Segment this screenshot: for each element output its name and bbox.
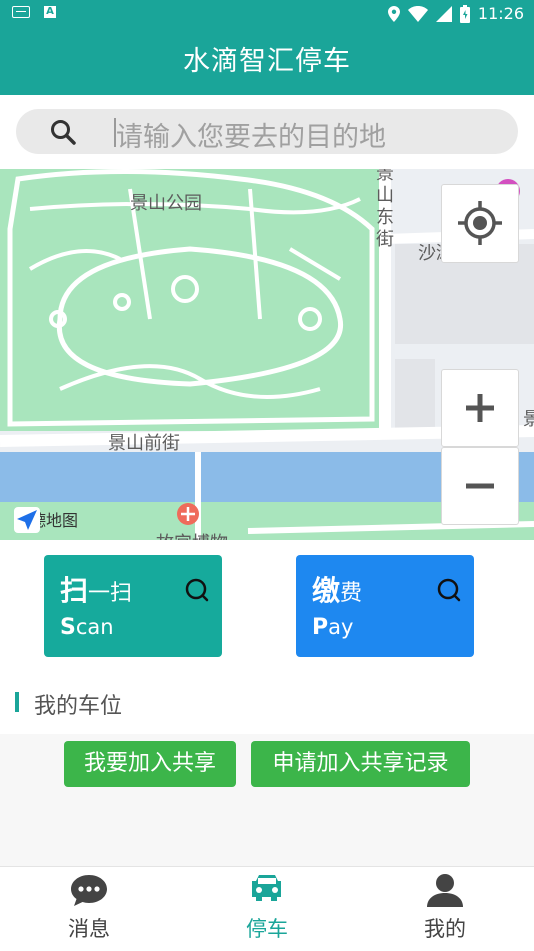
search-icon xyxy=(185,578,209,602)
scan-small: 一扫 xyxy=(88,581,133,606)
app-bar: 水滴智汇停车 xyxy=(0,28,534,95)
minus-icon xyxy=(466,483,494,489)
share-panel: 我要加入共享 申请加入共享记录 xyxy=(0,734,534,866)
map-view[interactable]: 景山公园 景山东街 沙滩后街 景山前街 故宫博物 景 高德地图 xyxy=(0,169,534,540)
notification-a-icon: A xyxy=(44,6,56,18)
tab-parking-label: 停车 xyxy=(246,917,288,941)
search-input[interactable]: 请输入您要去的目的地 xyxy=(16,109,518,154)
tab-parking[interactable]: 停车 xyxy=(207,873,327,943)
pay-en-first: P xyxy=(312,615,329,640)
pay-title: 缴费 xyxy=(312,569,362,609)
status-time: 11:26 xyxy=(477,4,524,23)
my-parking-section: 我的车位 xyxy=(0,680,534,730)
share-records-button[interactable]: 申请加入共享记录 xyxy=(251,741,470,787)
section-title: 我的车位 xyxy=(34,694,123,719)
chat-icon xyxy=(71,875,107,906)
status-bar: A 11:26 xyxy=(0,0,534,28)
battery-icon xyxy=(459,4,470,23)
wifi-icon xyxy=(407,5,428,22)
pay-big: 缴 xyxy=(312,574,341,607)
gaode-arrow-icon xyxy=(14,507,40,533)
pay-en: Pay xyxy=(312,615,353,640)
car-icon xyxy=(252,875,281,901)
scan-big: 扫 xyxy=(60,574,89,607)
search-placeholder: 请输入您要去的目的地 xyxy=(116,122,386,153)
pay-button[interactable]: 缴费 Pay xyxy=(296,555,474,657)
scan-en-rest: can xyxy=(75,615,114,639)
scan-en-first: S xyxy=(60,615,76,640)
tab-messages-label: 消息 xyxy=(68,917,110,941)
scan-en: Scan xyxy=(60,615,114,640)
plus-icon xyxy=(466,394,494,422)
search-section: 请输入您要去的目的地 xyxy=(0,95,534,169)
scan-title: 扫一扫 xyxy=(60,569,132,609)
search-icon xyxy=(437,578,461,602)
bottom-tab-bar: 消息 停车 我的 xyxy=(0,866,534,951)
pay-small: 费 xyxy=(340,581,363,606)
search-icon xyxy=(51,120,76,145)
locate-button[interactable] xyxy=(441,184,519,263)
pay-en-rest: ay xyxy=(328,615,354,639)
map-label-park: 景山公园 xyxy=(130,193,202,214)
tab-mine[interactable]: 我的 xyxy=(385,873,505,943)
page-title: 水滴智汇停车 xyxy=(183,46,351,77)
gaode-logo: 高德地图 xyxy=(14,507,78,533)
scan-button[interactable]: 扫一扫 Scan xyxy=(44,555,222,657)
map-label-edge: 景 xyxy=(523,409,534,430)
tab-messages[interactable]: 消息 xyxy=(29,873,149,943)
map-label-front-street: 景山前街 xyxy=(108,433,180,454)
crosshair-icon xyxy=(458,201,502,245)
location-icon xyxy=(387,5,400,22)
zoom-in-button[interactable] xyxy=(441,369,519,447)
zoom-out-button[interactable] xyxy=(441,447,519,525)
signal-icon xyxy=(435,5,452,22)
section-accent-bar xyxy=(15,692,19,712)
join-share-button[interactable]: 我要加入共享 xyxy=(64,741,236,787)
map-label-east-street: 景山东街 xyxy=(376,169,394,250)
action-buttons: 扫一扫 Scan 缴费 Pay xyxy=(0,540,534,670)
keyboard-icon xyxy=(12,6,30,18)
map-label-museum: 故宫博物 xyxy=(156,529,228,540)
person-icon xyxy=(427,874,463,907)
tab-mine-label: 我的 xyxy=(424,917,466,941)
